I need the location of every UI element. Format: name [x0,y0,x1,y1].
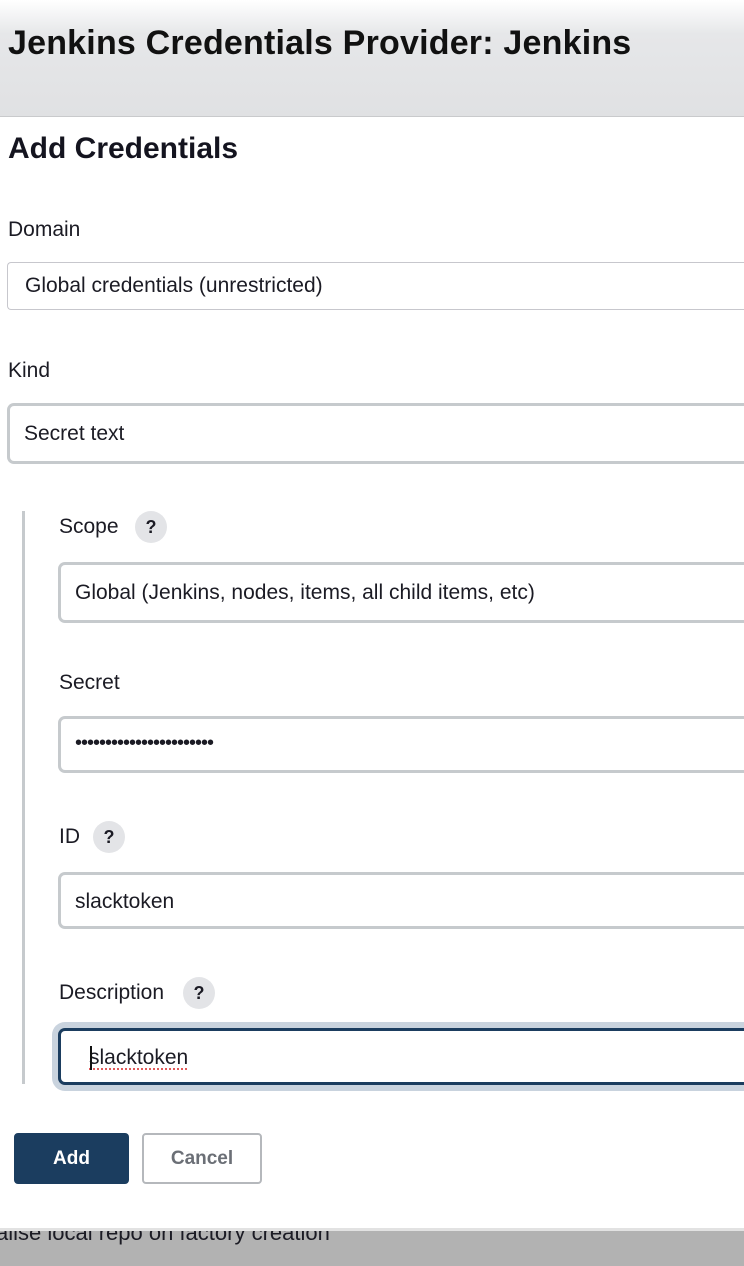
domain-select-value: Global credentials (unrestricted) [25,274,323,297]
domain-label: Domain [8,218,81,241]
id-label: ID [59,825,80,848]
scope-label: Scope [59,515,119,538]
kind-select[interactable]: Secret text [7,403,744,464]
background-page-overlay: alise local repo on factory creation [0,1228,744,1266]
overlay-edge [0,1228,744,1231]
id-help-icon[interactable]: ? [93,821,125,853]
description-input[interactable]: slacktoken [58,1028,744,1085]
kind-select-value: Secret text [24,422,125,445]
description-label: Description [59,981,165,1004]
scope-select[interactable]: Global (Jenkins, nodes, items, all child… [58,562,744,623]
scope-select-value: Global (Jenkins, nodes, items, all child… [75,581,535,604]
dialog-header: Jenkins Credentials Provider: Jenkins [0,0,744,117]
id-input-value: slacktoken [75,890,175,913]
description-help-icon[interactable]: ? [183,977,215,1009]
text-caret [90,1046,92,1070]
domain-select[interactable]: Global credentials (unrestricted) [7,262,744,310]
id-input[interactable]: slacktoken [58,872,744,929]
dialog-title: Add Credentials [8,132,239,165]
secret-input-value: ••••••••••••••••••••••• [75,732,214,754]
secret-input[interactable]: ••••••••••••••••••••••• [58,716,744,773]
description-input-value: slacktoken [89,1046,189,1069]
window-title: Jenkins Credentials Provider: Jenkins [8,24,632,62]
nested-section-bar [22,511,25,1084]
cancel-button[interactable]: Cancel [142,1133,262,1184]
secret-label: Secret [59,671,120,694]
add-button[interactable]: Add [14,1133,129,1184]
scope-help-icon[interactable]: ? [135,511,167,543]
kind-label: Kind [8,359,51,382]
